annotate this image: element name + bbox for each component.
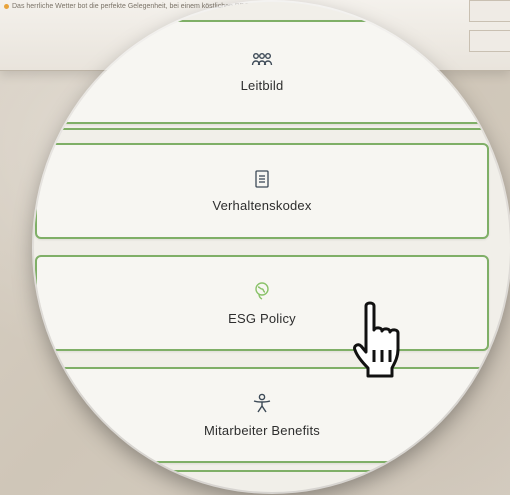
tile-label: Leitbild: [240, 77, 284, 93]
divider: [35, 128, 485, 130]
tile-mitarbeiter-benefits[interactable]: Mitarbeiter Benefits: [35, 367, 489, 463]
hand-pointer-icon: [352, 300, 408, 380]
person-icon: [252, 393, 272, 413]
tile-esg-policy[interactable]: ESG Policy: [35, 255, 489, 351]
people-icon: [251, 52, 273, 68]
tile-label: ESG Policy: [228, 310, 296, 326]
magnifier-lens: Leitbild Verhaltenskodex ESG Policy Mita…: [34, 2, 510, 492]
divider: [35, 470, 485, 472]
tile-leitbild[interactable]: Leitbild: [35, 20, 489, 124]
document-icon: [255, 169, 269, 188]
tile-verhaltenskodex[interactable]: Verhaltenskodex: [35, 143, 489, 239]
tile-label: Verhaltenskodex: [212, 197, 312, 213]
globe-icon: [253, 281, 271, 301]
tile-label: Mitarbeiter Benefits: [204, 422, 320, 438]
notice-dot-icon: [4, 4, 9, 9]
